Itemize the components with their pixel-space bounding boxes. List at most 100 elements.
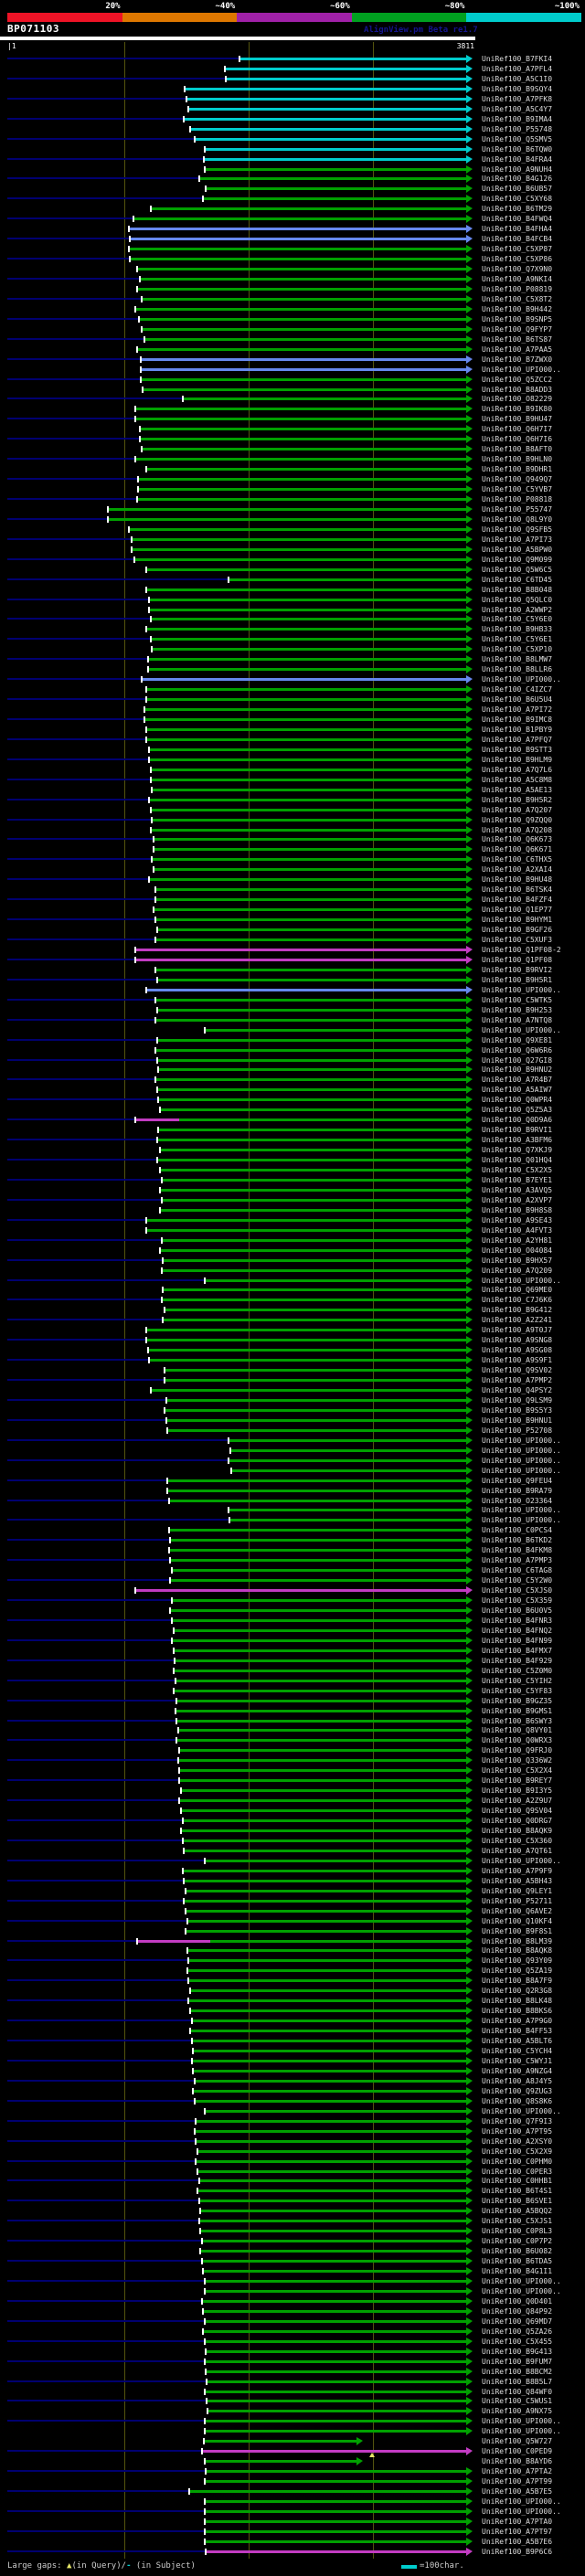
hit-label[interactable]: UniRef100_UPI000.. — [482, 1506, 561, 1514]
hit-label[interactable]: UniRef100_B9SNP5 — [482, 315, 552, 323]
hit-label[interactable]: UniRef100_B9RVI1 — [482, 1126, 552, 1134]
hit-label[interactable]: UniRef100_B8LK48 — [482, 1997, 552, 2005]
hit-label[interactable]: UniRef100_P08819 — [482, 285, 552, 293]
hit-label[interactable]: UniRef100_B9HX57 — [482, 1256, 552, 1265]
alignment-bar[interactable] — [151, 808, 466, 811]
alignment-bar[interactable] — [155, 968, 466, 971]
alignment-bar[interactable] — [165, 1408, 466, 1412]
hit-label[interactable]: UniRef100_C5Y6E1 — [482, 635, 552, 643]
alignment-bar[interactable] — [142, 297, 466, 301]
hit-label[interactable]: UniRef100_A5C1I0 — [482, 75, 552, 83]
hit-label[interactable]: UniRef100_B8LMW7 — [482, 655, 552, 663]
alignment-bar[interactable] — [205, 147, 466, 151]
hit-label[interactable]: UniRef100_B9H5R2 — [482, 796, 552, 804]
alignment-bar[interactable] — [137, 287, 466, 291]
hit-label[interactable]: UniRef100_P52708 — [482, 1426, 552, 1435]
alignment-bar[interactable] — [160, 1208, 466, 1212]
alignment-bar[interactable] — [151, 638, 466, 641]
alignment-bar[interactable] — [146, 1228, 466, 1232]
alignment-bar[interactable] — [175, 1659, 466, 1662]
alignment-bar[interactable] — [188, 1999, 466, 2003]
alignment-bar[interactable] — [205, 2539, 466, 2543]
hit-label[interactable]: UniRef100_B4FNR3 — [482, 1617, 552, 1625]
hit-label[interactable]: UniRef100_C6TAG8 — [482, 1566, 552, 1574]
hit-label[interactable]: UniRef100_B6TSK4 — [482, 885, 552, 894]
alignment-bar[interactable] — [205, 2289, 466, 2293]
alignment-bar[interactable] — [139, 317, 466, 321]
hit-label[interactable]: UniRef100_Q7XKJ9 — [482, 1146, 552, 1154]
alignment-bar[interactable] — [137, 347, 466, 351]
alignment-bar[interactable] — [146, 628, 466, 631]
alignment-bar[interactable] — [170, 1539, 466, 1542]
hit-label[interactable]: UniRef100_A7PI72 — [482, 705, 552, 714]
alignment-bar[interactable] — [163, 1258, 466, 1262]
hit-label[interactable]: UniRef100_Q0WPR4 — [482, 1096, 552, 1104]
alignment-bar[interactable] — [146, 588, 466, 591]
alignment-bar[interactable] — [176, 1679, 466, 1682]
alignment-bar[interactable] — [135, 307, 466, 311]
hit-label[interactable]: UniRef100_A7PMP3 — [482, 1556, 552, 1564]
hit-label[interactable]: UniRef100_Q9SV04 — [482, 1807, 552, 1815]
alignment-bar[interactable] — [178, 1729, 466, 1733]
alignment-bar[interactable] — [174, 1628, 466, 1632]
alignment-bar[interactable] — [202, 2260, 466, 2263]
alignment-bar[interactable] — [129, 248, 466, 251]
hit-label[interactable]: UniRef100_A2XSY0 — [482, 2137, 552, 2146]
alignment-bar[interactable] — [169, 1499, 466, 1502]
hit-label[interactable]: UniRef100_A3AVQ5 — [482, 1186, 552, 1194]
hit-label[interactable]: UniRef100_B9S5Y3 — [482, 1406, 552, 1415]
alignment-bar[interactable] — [195, 137, 466, 141]
hit-label[interactable]: UniRef100_Q5QLC0 — [482, 596, 552, 604]
alignment-bar[interactable] — [193, 2050, 466, 2053]
hit-label[interactable]: UniRef100_A5C8M8 — [482, 776, 552, 784]
alignment-bar[interactable] — [142, 448, 466, 451]
alignment-bar[interactable] — [174, 1648, 466, 1652]
alignment-bar[interactable] — [199, 2200, 466, 2203]
alignment-bar[interactable] — [205, 2339, 466, 2343]
hit-label[interactable]: UniRef100_Q0DRG7 — [482, 1817, 552, 1825]
alignment-bar[interactable] — [172, 1618, 466, 1622]
hit-label[interactable]: UniRef100_B9H253 — [482, 1006, 552, 1014]
alignment-bar[interactable] — [230, 1448, 466, 1452]
hit-label[interactable]: UniRef100_C0PED9 — [482, 2447, 552, 2455]
alignment-bar[interactable] — [205, 1278, 466, 1282]
hit-label[interactable]: UniRef100_Q5ZA26 — [482, 2327, 552, 2336]
hit-label[interactable]: UniRef100_UPI000.. — [482, 986, 561, 994]
hit-label[interactable]: UniRef100_A7PTA2 — [482, 2467, 552, 2475]
alignment-bar[interactable] — [181, 1789, 466, 1793]
hit-label[interactable]: UniRef100_Q01HQ4 — [482, 1156, 552, 1164]
alignment-bar[interactable] — [205, 2529, 466, 2533]
hit-label[interactable]: UniRef100_Q4PSY2 — [482, 1386, 552, 1394]
alignment-bar[interactable] — [225, 67, 466, 70]
alignment-bar[interactable] — [129, 228, 466, 231]
alignment-bar[interactable] — [162, 1198, 466, 1202]
hit-label[interactable]: UniRef100_B4FHA4 — [482, 225, 552, 233]
alignment-bar[interactable] — [210, 1939, 466, 1943]
hit-label[interactable]: UniRef100_P55748 — [482, 125, 552, 133]
alignment-bar[interactable] — [184, 117, 466, 121]
alignment-bar[interactable] — [189, 2490, 466, 2494]
alignment-bar[interactable] — [154, 868, 466, 872]
hit-label[interactable]: UniRef100_C5YIH2 — [482, 1677, 552, 1685]
hit-label[interactable]: UniRef100_UPI000.. — [482, 1026, 561, 1034]
alignment-bar[interactable] — [196, 2139, 466, 2143]
hit-label[interactable]: UniRef100_UPI000.. — [482, 2417, 561, 2425]
hit-label[interactable]: UniRef100_Q5SMV5 — [482, 135, 552, 143]
alignment-bar[interactable] — [133, 217, 466, 221]
hit-label[interactable]: UniRef100_C5X2X9 — [482, 2147, 552, 2156]
alignment-bar[interactable] — [155, 1048, 466, 1052]
hit-label[interactable]: UniRef100_B8ADD3 — [482, 386, 552, 394]
alignment-bar[interactable] — [205, 1028, 466, 1032]
alignment-bar[interactable] — [165, 1369, 466, 1373]
hit-label[interactable]: UniRef100_Q6K671 — [482, 845, 552, 853]
hit-label[interactable]: UniRef100_A8J4Y5 — [482, 2077, 552, 2085]
hit-label[interactable]: UniRef100_A7PAA5 — [482, 345, 552, 354]
hit-label[interactable]: UniRef100_B4FKM8 — [482, 1546, 552, 1554]
alignment-bar[interactable] — [229, 1438, 466, 1442]
alignment-bar[interactable] — [170, 1609, 466, 1613]
hit-label[interactable]: UniRef100_A3BFM6 — [482, 1136, 552, 1144]
hit-label[interactable]: UniRef100_B9HNU2 — [482, 1065, 552, 1074]
alignment-bar[interactable] — [151, 778, 466, 781]
alignment-bar[interactable] — [140, 428, 466, 431]
alignment-bar[interactable] — [229, 1458, 466, 1462]
